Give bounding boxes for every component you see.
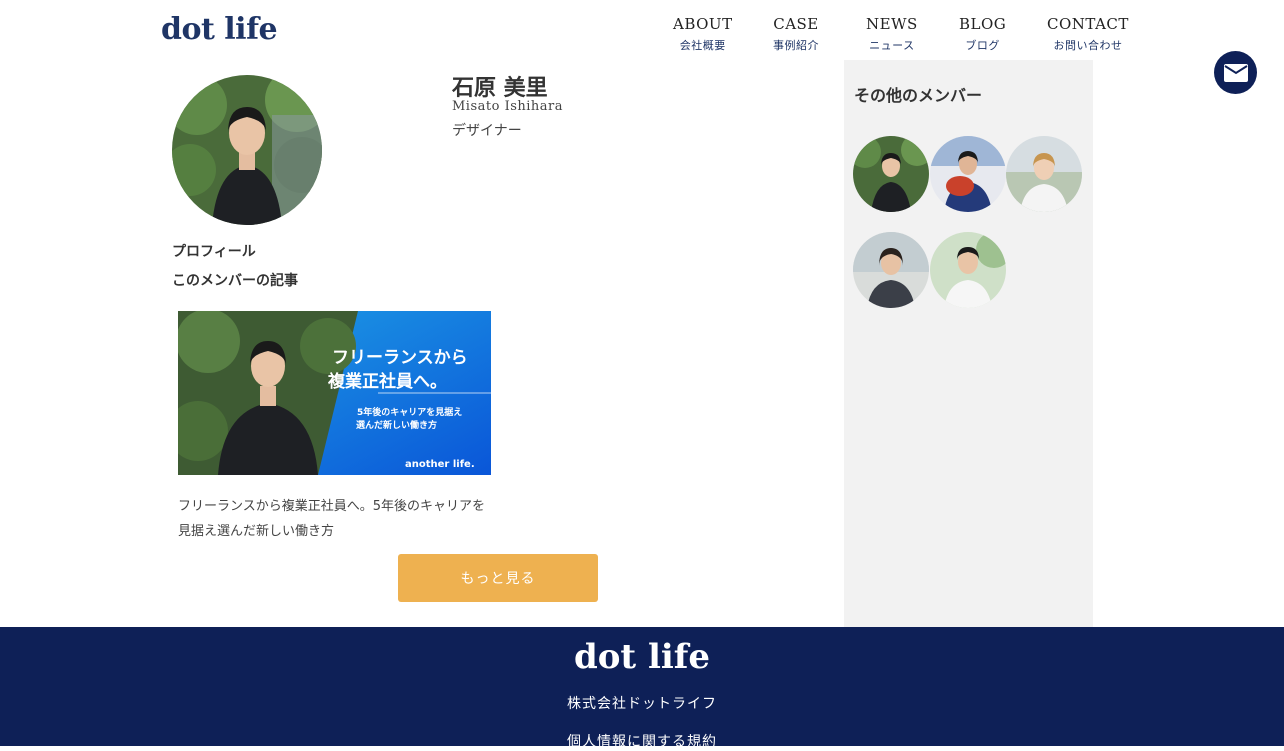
member-name: 石原 美里	[452, 76, 548, 101]
nav-case-sublabel: 事例紹介	[773, 39, 819, 52]
member-articles-heading: このメンバーの記事	[172, 273, 298, 289]
nav-blog[interactable]: BLOG ブログ	[959, 15, 1006, 53]
member-avatar-4[interactable]	[853, 232, 929, 308]
footer-logo[interactable]: dot life	[0, 637, 1284, 677]
more-button[interactable]: もっと見る	[398, 554, 598, 602]
footer-company-name: 株式会社ドットライフ	[567, 696, 717, 712]
footer-privacy-link[interactable]: 個人情報に関する規約	[0, 731, 1284, 751]
site-footer: dot life 株式会社ドットライフ 個人情報に関する規約	[0, 627, 1284, 750]
nav-news-sublabel: ニュース	[869, 39, 915, 52]
member-avatar-2[interactable]	[930, 136, 1006, 212]
nav-news-label: NEWS	[866, 15, 918, 33]
member-role: デザイナー	[452, 123, 522, 139]
nav-about-sublabel: 会社概要	[679, 39, 726, 52]
nav-news[interactable]: NEWS ニュース	[866, 15, 918, 53]
nav-about[interactable]: ABOUT 会社概要	[673, 15, 733, 53]
member-avatar-1[interactable]	[853, 136, 929, 212]
article-title-link[interactable]: フリーランスから複業正社員へ。5年後のキャリアを見据え選んだ新しい働き方	[178, 494, 488, 544]
article-image-sub-1: 5年後のキャリアを見据え	[357, 406, 462, 418]
article-image-brand: another life.	[405, 459, 475, 470]
envelope-icon	[1223, 63, 1248, 82]
site-logo[interactable]: dot life	[161, 12, 278, 47]
article-thumbnail[interactable]: フリーランスから 複業正社員へ。 5年後のキャリアを見据え 選んだ新しい働き方 …	[178, 311, 491, 475]
article-image-sub-2: 選んだ新しい働き方	[356, 419, 437, 431]
nav-case-label: CASE	[773, 15, 819, 33]
other-members-sidebar: その他のメンバー	[844, 60, 1093, 627]
member-avatar-5[interactable]	[930, 232, 1006, 308]
nav-case[interactable]: CASE 事例紹介	[773, 15, 819, 53]
nav-contact-label: CONTACT	[1047, 15, 1129, 33]
mail-button[interactable]	[1214, 51, 1257, 94]
nav-blog-label: BLOG	[959, 15, 1007, 33]
nav-blog-sublabel: ブログ	[965, 39, 1000, 52]
nav-about-label: ABOUT	[673, 15, 733, 33]
other-members-heading: その他のメンバー	[854, 86, 983, 105]
nav-contact-sublabel: お問い合わせ	[1053, 39, 1123, 52]
profile-heading: プロフィール	[172, 244, 256, 260]
member-avatar-3[interactable]	[1006, 136, 1082, 212]
profile-avatar	[172, 75, 322, 225]
member-romaji: Misato Ishihara	[452, 99, 563, 114]
nav-contact[interactable]: CONTACT お問い合わせ	[1047, 15, 1129, 53]
article-image-headline-2: 複業正社員へ。	[327, 371, 447, 392]
article-image-headline-1: フリーランスから	[332, 348, 468, 368]
